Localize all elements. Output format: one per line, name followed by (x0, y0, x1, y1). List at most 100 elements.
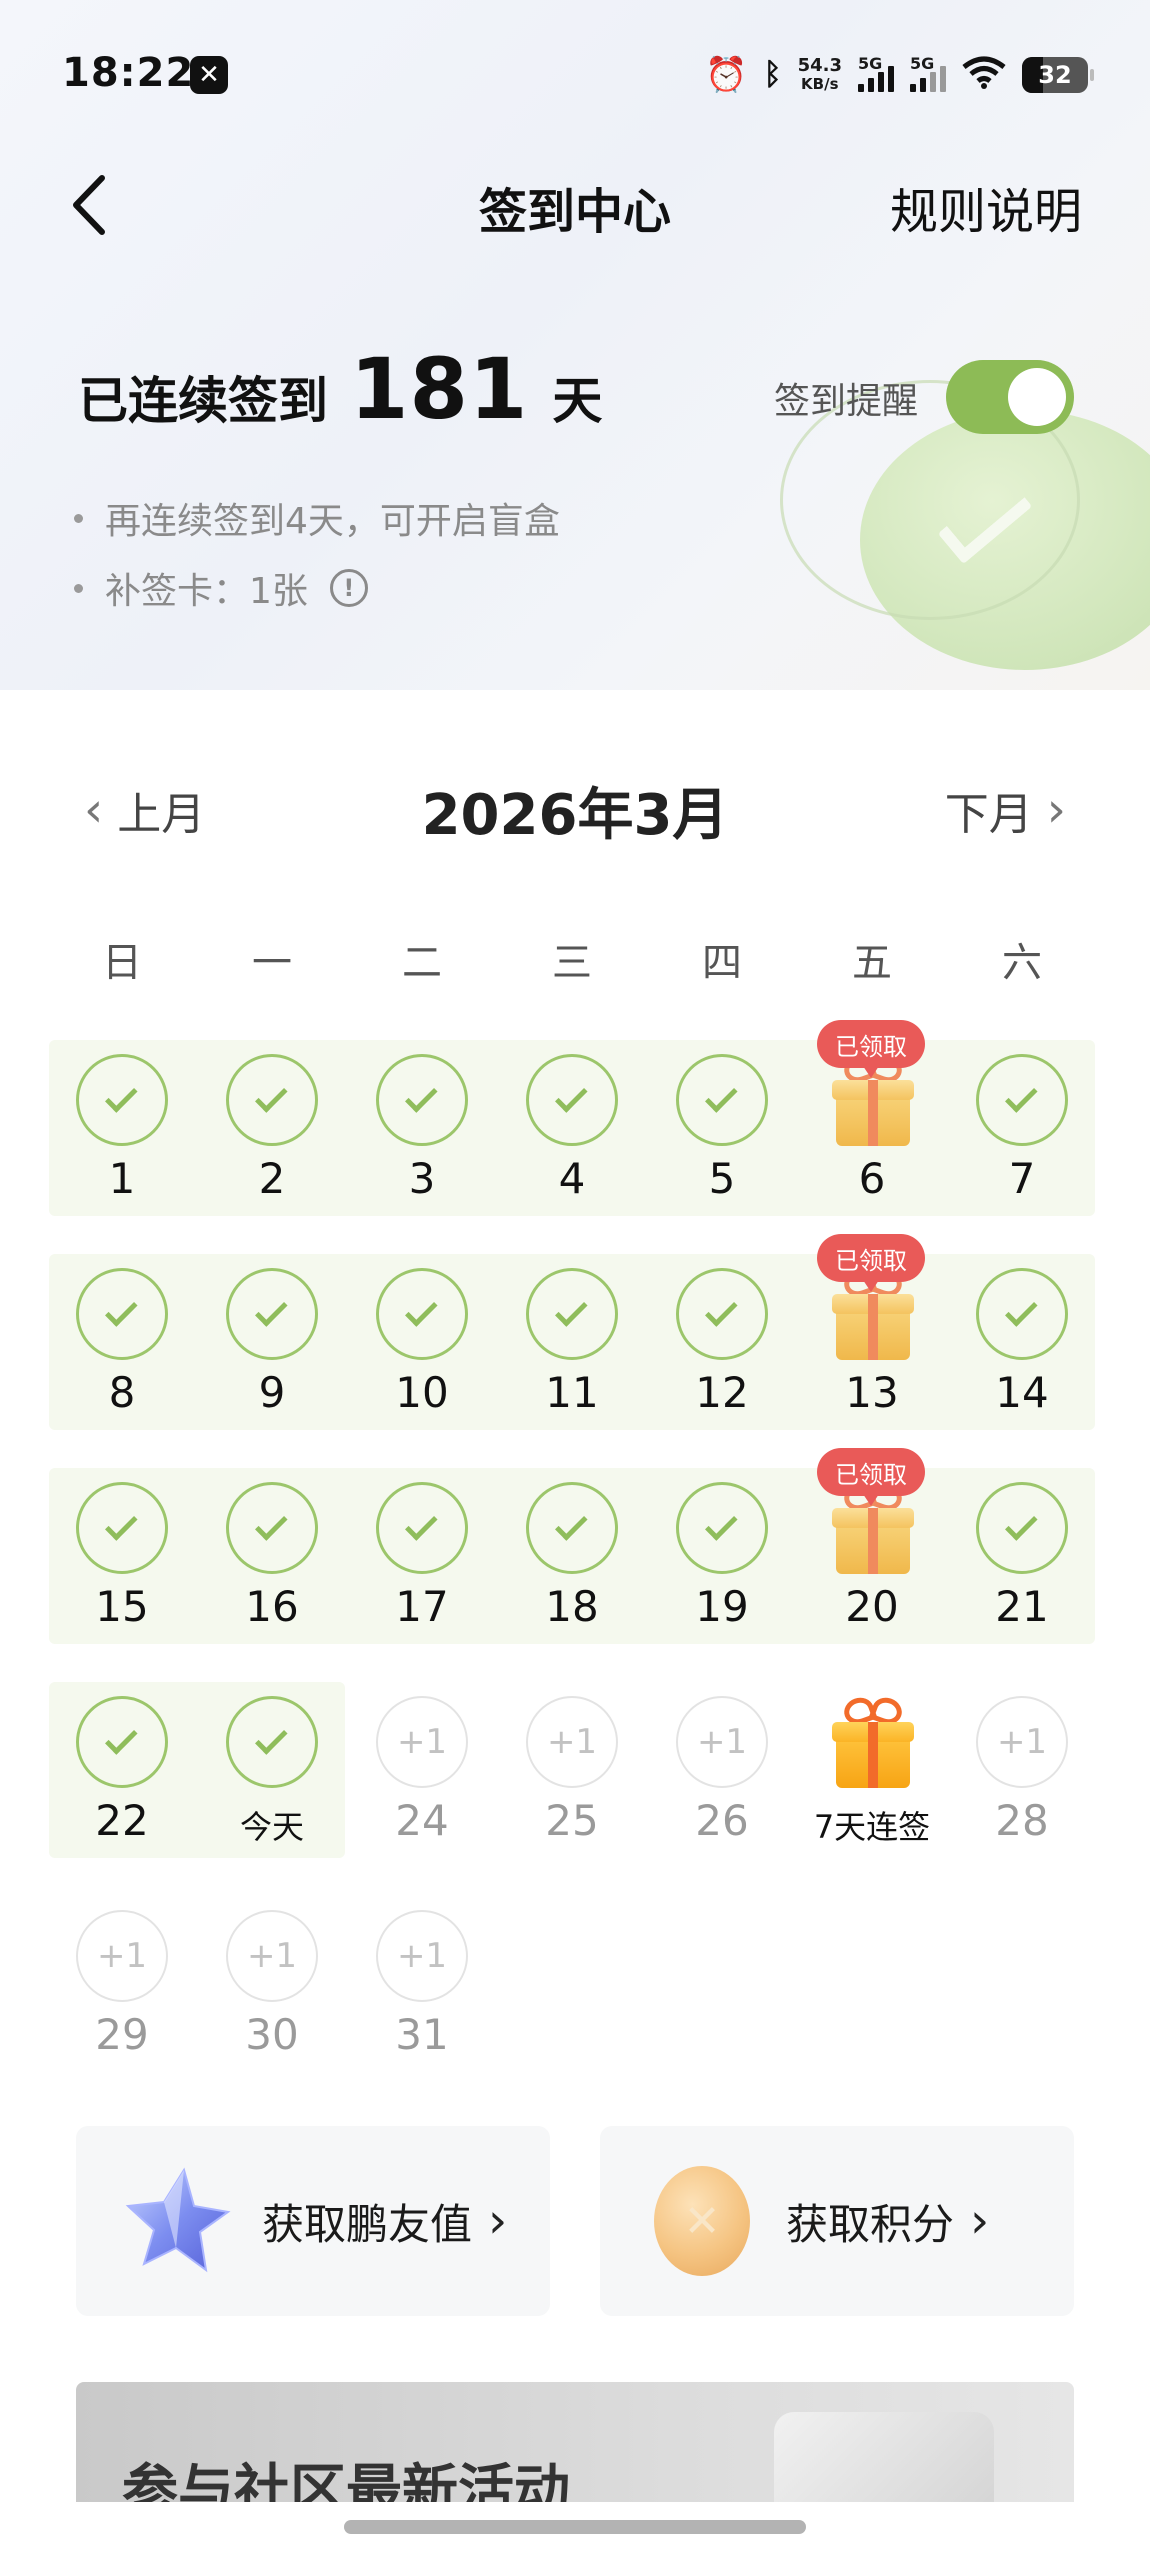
calendar-day[interactable]: 22 (47, 1682, 197, 1858)
network-speed-value: 54.3 (797, 55, 842, 76)
home-indicator[interactable] (344, 2520, 806, 2534)
calendar-day[interactable]: 16 (197, 1468, 347, 1644)
checkmark-icon (555, 1508, 588, 1541)
calendar-day[interactable]: 2 (197, 1040, 347, 1216)
get-points-button[interactable]: ✕ 获取积分 › (600, 2126, 1074, 2316)
streak-summary: 已连续签到 181 天 (78, 340, 602, 438)
info-icon[interactable]: ! (329, 569, 368, 607)
day-label: 4 (558, 1154, 586, 1203)
day-label: 13 (845, 1368, 899, 1417)
calendar-day[interactable]: +1 25 (497, 1682, 647, 1858)
day-label: 31 (395, 2010, 449, 2059)
day-label: 17 (395, 1582, 449, 1631)
checkmark-icon (255, 1080, 288, 1113)
calendar-day[interactable]: 9 (197, 1254, 347, 1430)
blind-box-tip-text: 再连续签到4天，可开启盲盒 (105, 501, 560, 542)
get-friend-value-button[interactable]: 获取鹏友值 › (76, 2126, 550, 2316)
day-label: 7天连签 (813, 1808, 931, 1846)
wifi-icon (962, 55, 1006, 95)
checked-icon (676, 1268, 768, 1360)
checkmark-icon (255, 1508, 288, 1541)
alarm-icon: ⏰ (705, 55, 748, 95)
weekday-label: 二 (402, 940, 442, 986)
status-bar: 18:22 ✕ ⏰ ᛒ 54.3 KB/s 5G 5G 32 (0, 0, 1150, 150)
calendar-day[interactable]: 18 (497, 1468, 647, 1644)
checkmark-icon (705, 1508, 738, 1541)
day-label: 今天 (239, 1808, 304, 1846)
weekday-header: 日一二三四五六 (0, 930, 1150, 990)
checkmark-icon (255, 1294, 288, 1327)
network-speed: 54.3 KB/s (797, 55, 842, 94)
calendar-day[interactable]: 12 (647, 1254, 797, 1430)
streak-suffix: 天 (552, 372, 603, 430)
calendar-day[interactable]: 10 (347, 1254, 497, 1430)
calendar-day[interactable]: 3 (347, 1040, 497, 1216)
day-label: 30 (245, 2010, 299, 2059)
calendar-day[interactable]: 15 (47, 1468, 197, 1644)
next-month-button[interactable]: 下月 › (945, 778, 1066, 842)
weekday-label: 六 (1002, 940, 1042, 986)
calendar-day[interactable]: 已领取 6 (797, 1020, 947, 1216)
checkmark-icon (705, 1294, 738, 1327)
calendar-day[interactable]: 已领取 13 (797, 1234, 947, 1430)
checked-icon (676, 1482, 768, 1574)
reminder-toggle[interactable] (946, 360, 1074, 434)
calendar-day[interactable]: +1 29 (47, 1896, 197, 2072)
day-label: 10 (395, 1368, 449, 1417)
checked-icon (526, 1054, 618, 1146)
calendar-day[interactable]: 17 (347, 1468, 497, 1644)
app-notification-icon: ✕ (190, 56, 228, 94)
day-label: 18 (545, 1582, 599, 1631)
calendar-day[interactable]: 14 (947, 1254, 1097, 1430)
rules-button[interactable]: 规则说明 (890, 172, 1082, 242)
checkmark-icon (1005, 1508, 1038, 1541)
streak-prefix: 已连续签到 (78, 372, 328, 430)
checkmark-icon (255, 1722, 288, 1755)
weekday-label: 三 (552, 940, 592, 986)
calendar-day[interactable]: 7 (947, 1040, 1097, 1216)
sim1-label: 5G (858, 54, 883, 73)
calendar-day[interactable]: +1 31 (347, 1896, 497, 2072)
plus-one-badge: +1 (376, 1910, 468, 2002)
calendar-day[interactable]: 4 (497, 1040, 647, 1216)
calendar-day[interactable]: +1 26 (647, 1682, 797, 1858)
calendar-day[interactable]: 1 (47, 1040, 197, 1216)
calendar-day[interactable]: 21 (947, 1468, 1097, 1644)
checked-icon (976, 1268, 1068, 1360)
calendar-day[interactable]: 7天连签 (797, 1682, 947, 1858)
day-label: 9 (258, 1368, 286, 1417)
checkmark-icon (555, 1080, 588, 1113)
checked-icon (976, 1482, 1068, 1574)
calendar-day[interactable]: 11 (497, 1254, 647, 1430)
checkmark-icon (1005, 1080, 1038, 1113)
weekday-label: 日 (102, 940, 142, 986)
bluetooth-icon: ᛒ (763, 57, 782, 92)
plus-one-badge: +1 (376, 1696, 468, 1788)
checkmark-icon (105, 1294, 138, 1327)
checked-icon (226, 1268, 318, 1360)
checked-icon (526, 1268, 618, 1360)
calendar-day[interactable]: 19 (647, 1468, 797, 1644)
plus-one-badge: +1 (76, 1910, 168, 2002)
calendar-day[interactable]: +1 24 (347, 1682, 497, 1858)
calendar-day[interactable]: 今天 (197, 1682, 347, 1858)
day-label: 25 (545, 1796, 599, 1845)
claimed-badge: 已领取 (817, 1020, 925, 1078)
weekday-label: 四 (702, 940, 742, 986)
sim1-signal-icon: 5G (858, 54, 894, 92)
coin-icon: ✕ (654, 2166, 750, 2276)
calendar-day[interactable]: 已领取 20 (797, 1448, 947, 1644)
friend-value-label: 获取鹏友值 (262, 2199, 473, 2249)
checkmark-icon (405, 1080, 438, 1113)
calendar-day[interactable]: 8 (47, 1254, 197, 1430)
chevron-right-icon: › (1046, 782, 1066, 838)
toggle-knob (1008, 368, 1066, 426)
calendar-day[interactable]: +1 30 (197, 1896, 347, 2072)
day-label: 5 (708, 1154, 736, 1203)
checkmark-icon (405, 1294, 438, 1327)
checkmark-icon (405, 1508, 438, 1541)
sim2-label: 5G (910, 54, 935, 73)
calendar-day[interactable]: 5 (647, 1040, 797, 1216)
calendar-day[interactable]: +1 28 (947, 1682, 1097, 1858)
community-activity-banner[interactable]: 参与社区最新活动 (76, 2382, 1074, 2502)
